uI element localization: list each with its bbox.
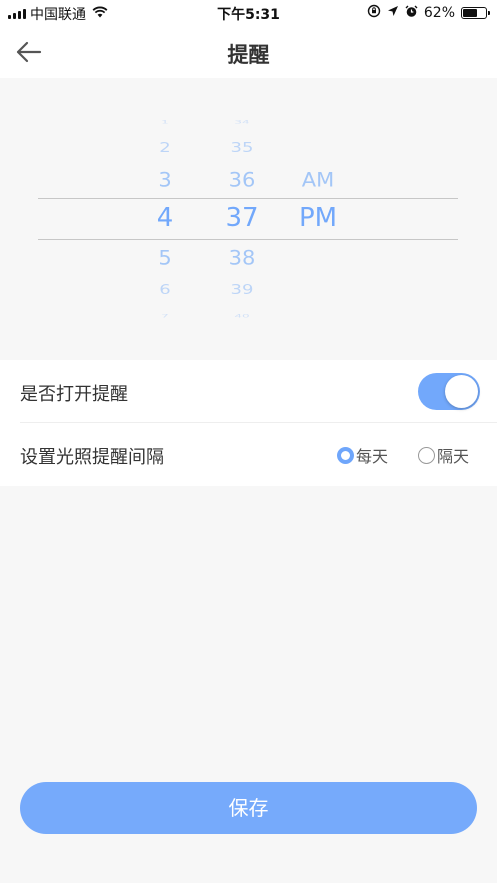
minute-option[interactable]: 35	[212, 141, 272, 155]
minute-option[interactable]: 34	[212, 120, 272, 124]
radio-option-label: 每天	[356, 447, 389, 466]
radio-unselected-icon	[418, 446, 435, 464]
reminder-toggle-row: 是否打开提醒	[0, 360, 497, 423]
radio-option-label: 隔天	[437, 447, 470, 466]
toggle-knob	[445, 375, 478, 408]
alarm-icon	[405, 5, 418, 22]
picker-selection-line-top	[38, 198, 458, 199]
minute-option[interactable]: 38	[212, 248, 272, 267]
time-picker[interactable]: 1234567 34 35 36 37 38 39 40 AM PM	[0, 78, 497, 360]
radio-option-daily[interactable]: 每天	[337, 443, 388, 467]
radio-option-alternate-day[interactable]: 隔天	[418, 443, 469, 467]
settings-card: 是否打开提醒 设置光照提醒间隔 每天 隔天	[0, 360, 497, 486]
hour-option[interactable]: 3	[140, 170, 190, 189]
rotation-lock-icon	[367, 4, 381, 22]
ampm-option[interactable]: AM	[290, 170, 346, 189]
save-button[interactable]: 保存	[20, 782, 477, 834]
battery-fill	[463, 9, 477, 17]
hour-option[interactable]: 7	[140, 314, 190, 318]
nav-header: 提醒	[0, 26, 497, 78]
hour-option[interactable]: 4	[140, 205, 190, 231]
hour-option[interactable]: 1	[140, 120, 190, 124]
location-icon	[387, 5, 399, 21]
picker-selection-line-bottom	[38, 239, 458, 240]
interval-label: 设置光照提醒间隔	[20, 447, 164, 468]
reminder-toggle-label: 是否打开提醒	[20, 384, 128, 405]
arrow-left-icon	[16, 41, 42, 63]
ampm-option[interactable]: PM	[290, 205, 346, 231]
back-button[interactable]	[14, 38, 44, 66]
minute-option[interactable]: 40	[212, 314, 272, 318]
hour-option[interactable]: 2	[140, 141, 190, 155]
minute-option[interactable]: 37	[212, 205, 272, 231]
status-right: 62%	[367, 4, 490, 22]
minute-option[interactable]: 36	[212, 170, 272, 189]
minute-option[interactable]: 39	[212, 283, 272, 297]
battery-icon	[461, 7, 490, 19]
status-bar: 中国联通 下午5:31 62%	[0, 0, 497, 26]
page-title: 提醒	[227, 43, 270, 67]
hour-option[interactable]: 6	[140, 283, 190, 297]
radio-selected-icon	[337, 446, 354, 464]
interval-row: 设置光照提醒间隔 每天 隔天	[0, 423, 497, 485]
hour-option[interactable]: 5	[140, 248, 190, 267]
reminder-toggle[interactable]	[418, 373, 480, 410]
battery-percent: 62%	[423, 5, 455, 21]
